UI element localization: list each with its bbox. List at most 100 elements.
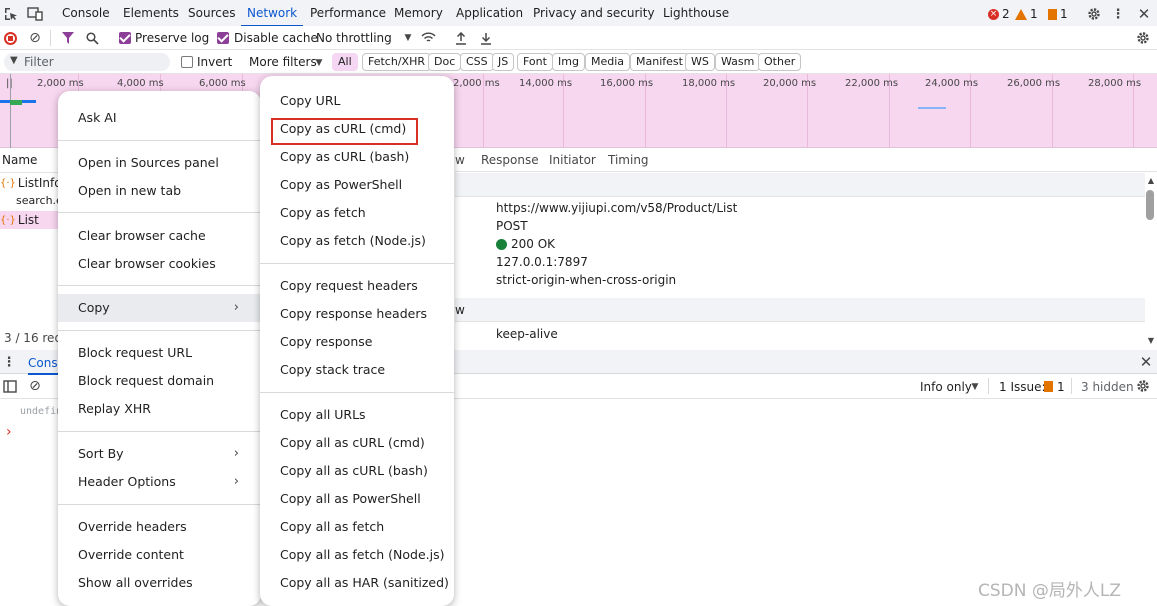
menu-item-copy-all-urls[interactable]: Copy all URLs: [260, 401, 454, 429]
filter-funnel-icon[interactable]: [60, 30, 76, 46]
menu-item-copy-as-curl-bash[interactable]: Copy as cURL (bash): [260, 143, 454, 171]
log-level-dropdown[interactable]: Info only: [920, 380, 972, 394]
filter-type-fetch-xhr[interactable]: Fetch/XHR: [362, 53, 431, 71]
scroll-up-icon[interactable]: ▲: [1143, 172, 1157, 188]
menu-item-copy-all-as-fetch-nodejs[interactable]: Copy all as fetch (Node.js): [260, 541, 454, 569]
request-row[interactable]: search.e: [16, 194, 63, 207]
chevron-down-icon[interactable]: ▼: [400, 30, 416, 46]
filter-type-wasm[interactable]: Wasm: [715, 53, 761, 71]
filter-type-js[interactable]: JS: [492, 53, 515, 71]
menu-item-open-in-new-tab[interactable]: Open in new tab: [58, 177, 261, 205]
device-toolbar-icon[interactable]: [27, 6, 43, 22]
menu-item-copy-all-as-curl-cmd[interactable]: Copy all as cURL (cmd): [260, 429, 454, 457]
menu-item-copy-all-as-powershell[interactable]: Copy all as PowerShell: [260, 485, 454, 513]
clear-console-icon[interactable]: ⊘: [27, 378, 43, 394]
settings-gear-icon[interactable]: [1086, 6, 1102, 22]
inspect-element-icon[interactable]: [3, 6, 19, 22]
timeline-window-left[interactable]: [10, 74, 11, 148]
menu-item-copy-url[interactable]: Copy URL: [260, 87, 454, 115]
tab-console[interactable]: Console: [62, 0, 110, 27]
menu-item-block-request-url[interactable]: Block request URL: [58, 339, 261, 367]
filter-type-media[interactable]: Media: [585, 53, 631, 71]
general-section-header[interactable]: [455, 173, 1145, 197]
drawer-menu-icon[interactable]: ⋮: [1, 354, 17, 370]
filter-type-css[interactable]: CSS: [460, 53, 494, 71]
menu-item-copy-stack-trace[interactable]: Copy stack trace: [260, 356, 454, 384]
invert-checkbox[interactable]: [181, 56, 193, 68]
tab-performance[interactable]: Performance: [310, 0, 386, 27]
menu-item-copy-as-fetch[interactable]: Copy as fetch: [260, 199, 454, 227]
tab-elements[interactable]: Elements: [123, 0, 179, 27]
menu-item-copy-all-as-fetch[interactable]: Copy all as fetch: [260, 513, 454, 541]
stop-recording-icon[interactable]: [2, 30, 18, 46]
tab-privacy-security[interactable]: Privacy and security: [533, 0, 655, 27]
tab-network[interactable]: Network: [241, 0, 304, 27]
menu-item-clear-browser-cache[interactable]: Clear browser cache: [58, 222, 261, 250]
tab-sources[interactable]: Sources: [188, 0, 235, 27]
menu-item-copy-all-as-har[interactable]: Copy all as HAR (sanitized): [260, 569, 454, 597]
network-settings-gear-icon[interactable]: [1135, 30, 1151, 46]
menu-item-ask-ai[interactable]: Ask AI: [58, 104, 261, 132]
menu-item-clear-browser-cookies[interactable]: Clear browser cookies: [58, 250, 261, 278]
error-count[interactable]: × 2: [988, 7, 1010, 21]
import-har-upload-icon[interactable]: [453, 30, 469, 46]
throttling-select[interactable]: No throttling: [316, 31, 392, 45]
filter-input[interactable]: ▼ Filter: [4, 53, 170, 71]
filter-type-other[interactable]: Other: [758, 53, 802, 71]
clear-icon[interactable]: ⊘: [27, 30, 43, 46]
detail-scrollbar[interactable]: [1146, 190, 1154, 220]
tab-preview[interactable]: w: [455, 153, 465, 167]
menu-item-show-all-overrides[interactable]: Show all overrides: [58, 569, 261, 597]
menu-item-copy-as-powershell[interactable]: Copy as PowerShell: [260, 171, 454, 199]
issue-flag-icon: [1044, 381, 1053, 392]
name-column-header[interactable]: Name: [2, 153, 37, 167]
tab-initiator[interactable]: Initiator: [549, 153, 596, 167]
tick-label: 18,000 ms: [682, 78, 736, 89]
watermark: CSDN @局外人LZ: [978, 581, 1121, 601]
menu-item-copy-request-headers[interactable]: Copy request headers: [260, 272, 454, 300]
response-headers-section-header[interactable]: w: [455, 298, 1145, 322]
warning-count[interactable]: 1: [1015, 7, 1038, 21]
filter-type-all[interactable]: All: [332, 53, 358, 71]
preserve-log-checkbox[interactable]: [119, 32, 131, 44]
network-conditions-wifi-icon[interactable]: [420, 30, 436, 46]
menu-item-open-in-sources[interactable]: Open in Sources panel: [58, 149, 261, 177]
menu-item-override-content[interactable]: Override content: [58, 541, 261, 569]
tab-timing[interactable]: Timing: [608, 153, 649, 167]
info-count[interactable]: 1: [1048, 7, 1068, 21]
menu-item-copy[interactable]: Copy ›: [58, 294, 261, 322]
console-settings-gear-icon[interactable]: [1135, 378, 1151, 394]
menu-item-override-headers[interactable]: Override headers: [58, 513, 261, 541]
tab-response[interactable]: Response: [481, 153, 539, 167]
sidebar-toggle-icon[interactable]: [2, 378, 18, 394]
menu-item-copy-response[interactable]: Copy response: [260, 328, 454, 356]
menu-item-copy-as-fetch-nodejs[interactable]: Copy as fetch (Node.js): [260, 227, 454, 255]
filter-type-manifest[interactable]: Manifest: [630, 53, 689, 71]
filter-type-img[interactable]: Img: [552, 53, 585, 71]
filter-type-ws[interactable]: WS: [685, 53, 715, 71]
menu-item-block-request-domain[interactable]: Block request domain: [58, 367, 261, 395]
request-row-selected[interactable]: {·} List: [0, 211, 60, 229]
scroll-down-icon[interactable]: ▼: [1143, 332, 1157, 348]
more-filters-dropdown[interactable]: More filters: [249, 55, 317, 69]
devtools-tab-bar: Console Elements Sources Network Perform…: [0, 0, 1157, 28]
request-row[interactable]: {·} ListInfor: [0, 176, 67, 190]
filter-type-font[interactable]: Font: [517, 53, 553, 71]
export-har-download-icon[interactable]: [478, 30, 494, 46]
close-drawer-icon[interactable]: ✕: [1138, 353, 1154, 371]
tab-application[interactable]: Application: [456, 0, 523, 27]
disable-cache-checkbox[interactable]: [217, 32, 229, 44]
more-vertical-icon[interactable]: ⋮: [1110, 6, 1126, 22]
filter-type-doc[interactable]: Doc: [428, 53, 462, 71]
issues-label[interactable]: 1 Issue:: [999, 380, 1046, 394]
tab-memory[interactable]: Memory: [394, 0, 443, 27]
menu-item-copy-all-as-curl-bash[interactable]: Copy all as cURL (bash): [260, 457, 454, 485]
tab-lighthouse[interactable]: Lighthouse: [663, 0, 729, 27]
menu-item-sort-by[interactable]: Sort By ›: [58, 440, 261, 468]
close-devtools-icon[interactable]: ✕: [1136, 5, 1152, 23]
menu-item-copy-response-headers[interactable]: Copy response headers: [260, 300, 454, 328]
console-prompt-icon[interactable]: ›: [6, 424, 12, 440]
menu-item-replay-xhr[interactable]: Replay XHR: [58, 395, 261, 423]
search-icon[interactable]: [84, 30, 100, 46]
menu-item-header-options[interactable]: Header Options ›: [58, 468, 261, 496]
